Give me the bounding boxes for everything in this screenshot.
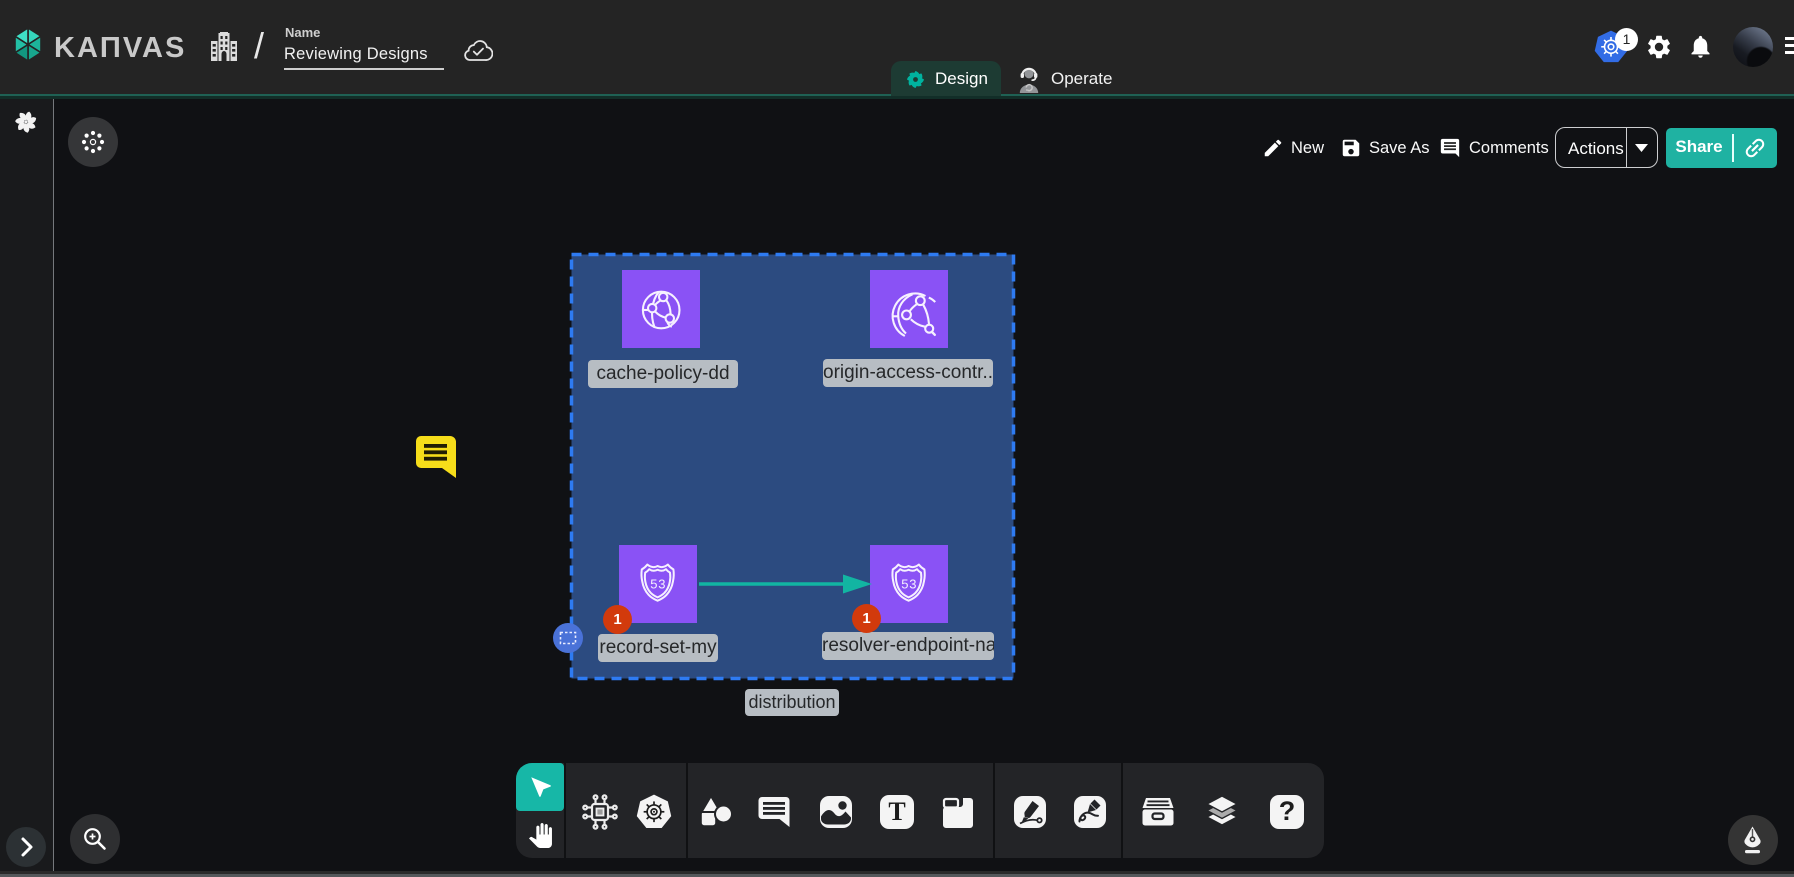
svg-text:53: 53 bbox=[650, 576, 666, 591]
svg-text:53: 53 bbox=[901, 576, 917, 591]
